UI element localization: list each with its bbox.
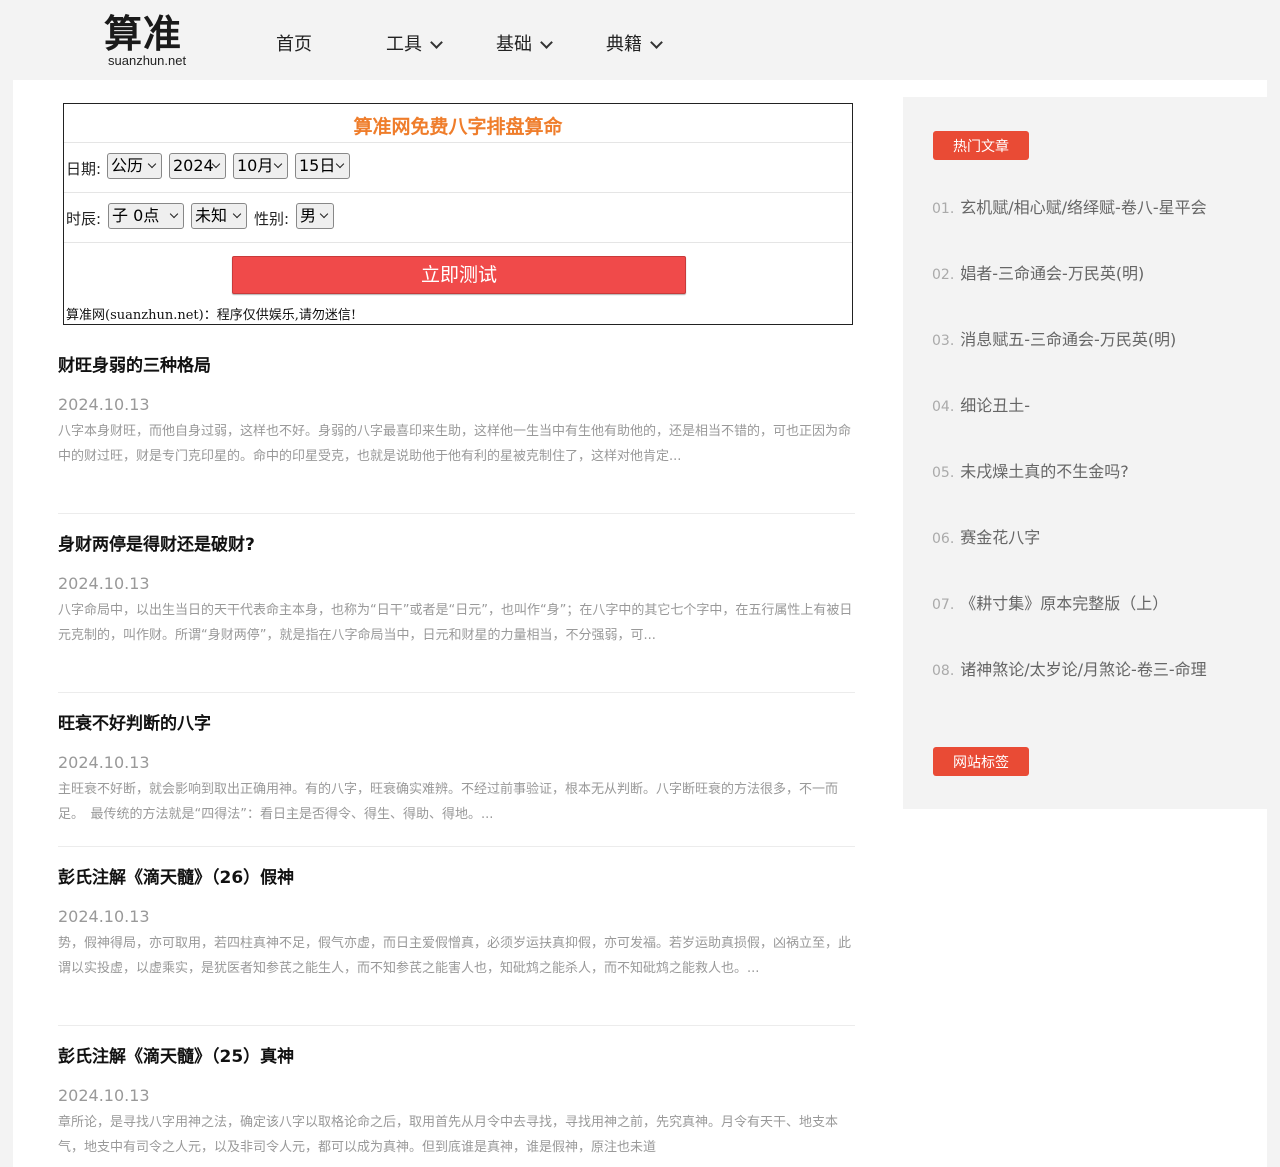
hot-article-label: 诸神煞论/太岁论/月煞论-卷三-命理	[960, 660, 1207, 679]
hot-article-number: 01.	[932, 201, 955, 217]
hour-value: 子 0点	[112, 206, 160, 225]
minute-value: 未知	[195, 206, 228, 225]
nav-home[interactable]: 首页	[276, 30, 312, 56]
article-title[interactable]: 彭氏注解《滴天髓》（25）真神	[58, 1046, 855, 1068]
nav-classics[interactable]: 典籍	[606, 30, 642, 56]
article-title[interactable]: 身财两停是得财还是破财?	[58, 534, 855, 556]
hot-article-label: 未戌燥土真的不生金吗?	[960, 462, 1129, 481]
calendar-select[interactable]: 公历	[107, 153, 162, 179]
chevron-down-icon	[335, 159, 345, 169]
hot-article-number: 08.	[932, 663, 955, 679]
divider	[58, 1025, 855, 1026]
disclaimer-text: 算准网(suanzhun.net)：程序仅供娱乐,请勿迷信!	[66, 308, 357, 323]
hot-articles-heading: 热门文章	[933, 131, 1029, 160]
site-logo[interactable]: 算准 suanzhun.net	[104, 14, 214, 70]
chevron-down-icon[interactable]	[430, 36, 443, 49]
hot-article-label: 《耕寸集》原本完整版（上）	[960, 594, 1169, 613]
hot-article-label: 细论丑土-	[960, 396, 1031, 415]
hot-article-item[interactable]: 08. 诸神煞论/太岁论/月煞论-卷三-命理	[932, 656, 1207, 680]
day-value: 15日	[299, 156, 336, 175]
article-item: 彭氏注解《滴天髓》（26）假神 2024.10.13 势，假神得局，亦可取用，若…	[58, 867, 855, 981]
divider	[58, 692, 855, 693]
article-date: 2024.10.13	[58, 395, 150, 414]
logo-domain: suanzhun.net	[108, 53, 187, 68]
bazi-calculator: 算准网免费八字排盘算命 日期: 公历 2024 10月 15日 时辰: 子 0点…	[63, 103, 853, 325]
hot-article-item[interactable]: 03. 消息赋五-三命通会-万民英(明)	[932, 326, 1176, 350]
article-excerpt: 八字本身财旺，而他自身过弱，这样也不好。身弱的八字最喜印来生助，这样他一生当中有…	[58, 424, 852, 464]
divider	[64, 192, 852, 193]
calendar-value: 公历	[111, 156, 144, 175]
divider	[58, 846, 855, 847]
hot-article-item[interactable]: 07. 《耕寸集》原本完整版（上）	[932, 590, 1168, 614]
article-item: 旺衰不好判断的八字 2024.10.13 主旺衰不好断，就会影响到取出正确用神。…	[58, 713, 855, 827]
year-value: 2024	[173, 156, 214, 175]
logo-text: 算准	[104, 11, 183, 56]
article-item: 财旺身弱的三种格局 2024.10.13 八字本身财旺，而他自身过弱，这样也不好…	[58, 355, 855, 469]
article-excerpt: 势，假神得局，亦可取用，若四柱真神不足，假气亦虚，而日主爱假憎真，必须岁运扶真抑…	[58, 936, 852, 976]
nav-basics[interactable]: 基础	[496, 30, 532, 56]
hot-article-label: 消息赋五-三命通会-万民英(明)	[960, 330, 1177, 349]
hot-article-number: 04.	[932, 399, 955, 415]
site-header: 算准 suanzhun.net 首页 工具 基础 典籍	[0, 0, 1280, 80]
submit-button[interactable]: 立即测试	[232, 256, 686, 294]
article-item: 彭氏注解《滴天髓》（25）真神 2024.10.13 章所论，是寻找八字用神之法…	[58, 1046, 855, 1160]
article-title[interactable]: 旺衰不好判断的八字	[58, 713, 855, 735]
hot-article-item[interactable]: 02. 娼者-三命通会-万民英(明)	[932, 260, 1144, 284]
hot-article-number: 05.	[932, 465, 955, 481]
chevron-down-icon[interactable]	[540, 36, 553, 49]
article-date: 2024.10.13	[58, 574, 150, 593]
gender-label: 性别:	[254, 210, 290, 228]
month-value: 10月	[237, 156, 274, 175]
chevron-down-icon	[232, 209, 242, 219]
hot-article-number: 02.	[932, 267, 955, 283]
hot-article-label: 娼者-三命通会-万民英(明)	[960, 264, 1145, 283]
chevron-down-icon	[147, 159, 157, 169]
article-excerpt: 章所论，是寻找八字用神之法，确定该八字以取格论命之后，取用首先从月令中去寻找，寻…	[58, 1115, 839, 1155]
hot-article-number: 06.	[932, 531, 955, 547]
site-tags-heading: 网站标签	[933, 747, 1029, 776]
hot-article-item[interactable]: 04. 细论丑土-	[932, 392, 1030, 416]
hot-article-item[interactable]: 05. 未戌燥土真的不生金吗?	[932, 458, 1129, 482]
gender-value: 男	[300, 206, 317, 225]
chevron-down-icon	[169, 209, 179, 219]
divider	[64, 142, 852, 143]
chevron-down-icon[interactable]	[650, 36, 663, 49]
divider	[64, 242, 852, 243]
hot-article-item[interactable]: 01. 玄机赋/相心赋/络绎赋-卷八-星平会	[932, 194, 1207, 218]
date-label: 日期:	[66, 160, 102, 178]
article-date: 2024.10.13	[58, 753, 150, 772]
hot-article-label: 赛金花八字	[960, 528, 1041, 547]
divider	[58, 513, 855, 514]
month-select[interactable]: 10月	[233, 153, 288, 179]
chevron-down-icon	[319, 209, 329, 219]
article-title[interactable]: 彭氏注解《滴天髓》（26）假神	[58, 867, 855, 889]
article-title[interactable]: 财旺身弱的三种格局	[58, 355, 855, 377]
article-excerpt: 主旺衰不好断，就会影响到取出正确用神。有的八字，旺衰确实难辨。不经过前事验证，根…	[58, 782, 839, 822]
hour-select[interactable]: 子 0点	[108, 203, 184, 229]
day-select[interactable]: 15日	[295, 153, 350, 179]
hot-article-item[interactable]: 06. 赛金花八字	[932, 524, 1040, 548]
article-item: 身财两停是得财还是破财? 2024.10.13 八字命局中，以出生当日的天干代表…	[58, 534, 855, 648]
hour-label: 时辰:	[66, 210, 102, 228]
article-date: 2024.10.13	[58, 907, 150, 926]
gender-select[interactable]: 男	[296, 203, 334, 229]
hot-article-number: 03.	[932, 333, 955, 349]
chevron-down-icon	[273, 159, 283, 169]
calculator-title: 算准网免费八字排盘算命	[353, 116, 563, 138]
hot-article-label: 玄机赋/相心赋/络绎赋-卷八-星平会	[960, 198, 1207, 217]
nav-tools[interactable]: 工具	[386, 30, 422, 56]
year-select[interactable]: 2024	[169, 153, 226, 179]
article-date: 2024.10.13	[58, 1086, 150, 1105]
hot-article-number: 07.	[932, 597, 955, 613]
article-excerpt: 八字命局中，以出生当日的天干代表命主本身，也称为“日干”或者是“日元”，也叫作“…	[58, 603, 853, 643]
minute-select[interactable]: 未知	[191, 203, 247, 229]
